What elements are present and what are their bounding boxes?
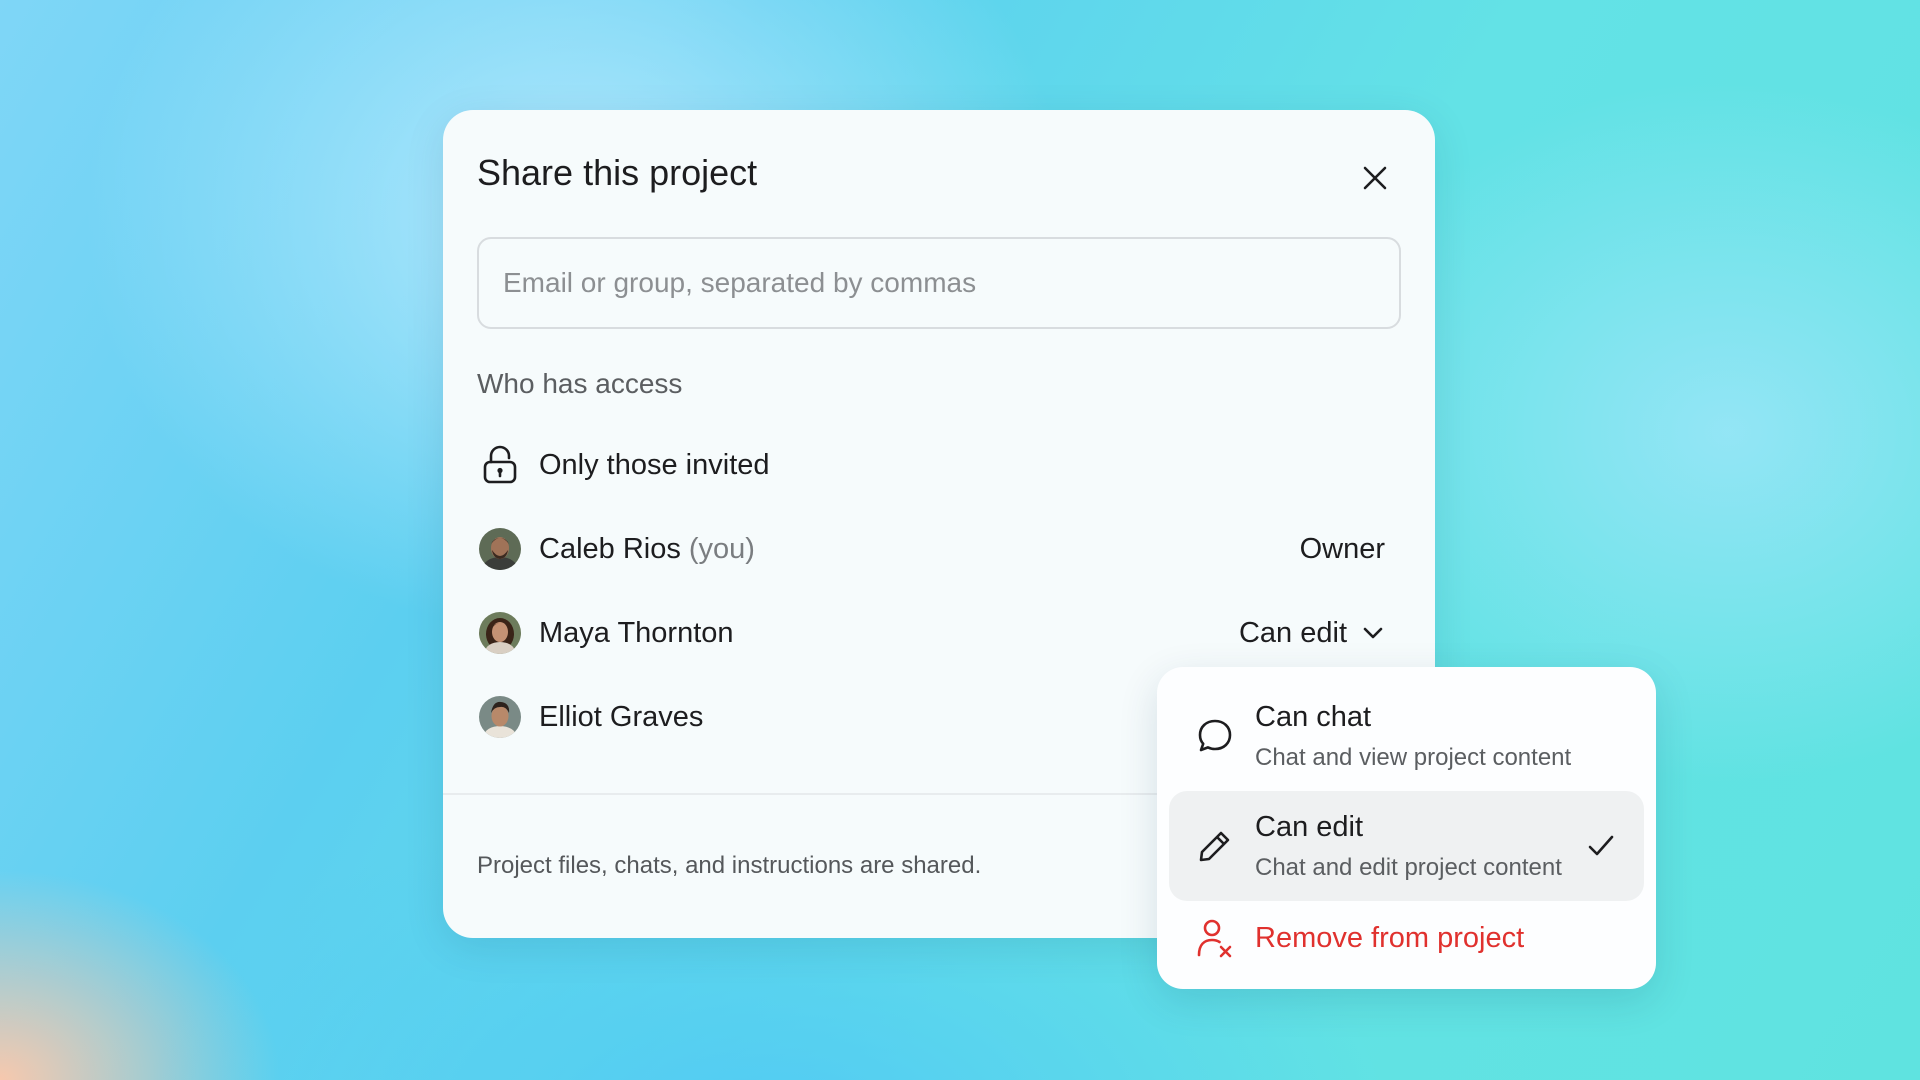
who-has-access-label: Who has access <box>477 368 683 399</box>
member-role: Owner <box>1299 532 1385 565</box>
menu-item-title: Can chat <box>1255 700 1372 733</box>
avatar <box>479 612 521 654</box>
member-name: Elliot Graves <box>539 700 704 733</box>
member-name: Maya Thornton <box>539 616 734 649</box>
role-dropdown-label: Can edit <box>1238 616 1347 649</box>
menu-item-title: Can edit <box>1255 810 1364 843</box>
role-dropdown[interactable]: Can edit <box>1239 617 1385 650</box>
remove-from-project-button[interactable]: Remove from project <box>1169 905 1644 971</box>
menu-item-can-edit[interactable]: Can edit Chat and edit project content <box>1169 791 1644 901</box>
role-menu: Can chat Chat and view project content C… <box>1157 667 1656 989</box>
member-name: Caleb Rios <box>539 532 681 565</box>
access-setting-row[interactable]: Only those invited <box>477 435 1401 495</box>
footer-note: Project files, chats, and instructions a… <box>477 852 982 879</box>
avatar <box>479 528 521 570</box>
checkmark-icon <box>1588 835 1614 856</box>
menu-item-description: Chat and edit project content <box>1255 853 1562 881</box>
avatar <box>479 696 521 738</box>
pencil-icon <box>1199 831 1230 862</box>
remove-label: Remove from project <box>1255 921 1525 954</box>
member-row: Maya Thornton Can edit <box>477 603 1401 663</box>
member-row: Caleb Rios (you) Owner <box>477 519 1401 579</box>
remove-user-icon <box>1197 919 1232 958</box>
close-icon <box>1363 166 1387 190</box>
lock-icon <box>483 445 517 484</box>
menu-item-description: Chat and view project content <box>1255 743 1572 771</box>
chat-bubble-icon <box>1198 719 1232 752</box>
email-group-input[interactable] <box>477 237 1401 329</box>
chevron-down-icon <box>1363 627 1383 639</box>
member-you-tag: (you) <box>688 532 755 565</box>
menu-item-can-chat[interactable]: Can chat Chat and view project content <box>1169 681 1644 791</box>
access-setting-label: Only those invited <box>539 448 770 481</box>
close-button[interactable] <box>1355 158 1395 198</box>
dialog-title: Share this project <box>477 152 758 193</box>
